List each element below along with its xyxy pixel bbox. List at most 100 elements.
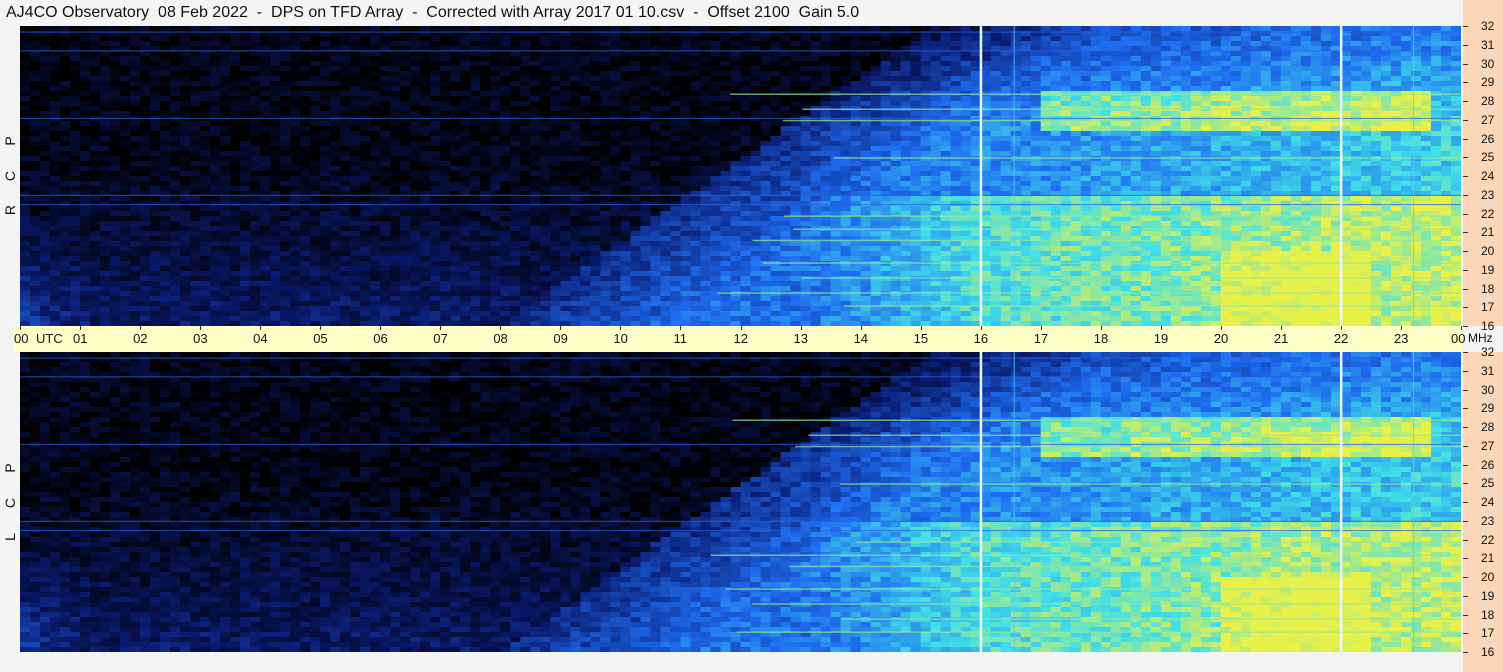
spectrogram-cell (180, 81, 191, 87)
spectrogram-cell (1250, 126, 1262, 132)
spectrogram-cell (740, 166, 752, 172)
spectrogram-cell (420, 41, 431, 47)
spectrogram-cell (180, 121, 191, 127)
spectrogram-cell (870, 126, 882, 132)
spectrogram-cell (790, 131, 802, 137)
spectrogram-cell (1290, 61, 1302, 67)
spectrogram-cell (20, 111, 31, 117)
spectrogram-cell (570, 111, 581, 117)
spectrogram-cell (70, 51, 81, 57)
spectrogram-cell (900, 121, 912, 127)
spectrogram-cell (780, 51, 792, 57)
spectrogram-cell (730, 131, 742, 137)
spectrogram-cell (220, 56, 231, 62)
spectrogram-cell (560, 76, 571, 82)
spectrogram-cell (250, 166, 261, 172)
spectrogram-cell (50, 151, 61, 157)
spectrogram-cell (230, 121, 241, 127)
spectrogram-cell (1160, 36, 1172, 42)
spectrogram-cell (260, 96, 271, 102)
spectrogram-cell (640, 176, 652, 182)
spectrogram-cell (200, 51, 211, 57)
spectrogram-cell (800, 196, 812, 202)
spectrogram-cell (1420, 181, 1432, 187)
spectrogram-cell (440, 161, 451, 167)
spectrogram-cell (640, 196, 652, 202)
spectrogram-cell (180, 181, 191, 187)
spectrogram-cell (180, 91, 191, 97)
spectrogram-cell (40, 41, 51, 47)
spectrogram-cell (430, 166, 441, 172)
spectrogram-cell (1430, 86, 1442, 92)
spectrogram-cell (1010, 131, 1022, 137)
spectrogram-cell (170, 186, 181, 192)
spectrogram-cell (100, 36, 111, 42)
spectrogram-cell (800, 181, 812, 187)
spectrogram-cell (760, 111, 772, 117)
spectrogram-cell (1090, 181, 1102, 187)
spectrogram-cell (30, 41, 41, 47)
spectrogram-cell (190, 141, 201, 147)
spectrogram-cell (1420, 61, 1432, 67)
spectrogram-cell (600, 131, 612, 137)
spectrogram-cell (510, 161, 521, 167)
spectrogram-cell (940, 96, 952, 102)
spectrogram-cell (1020, 41, 1032, 47)
spectrogram-cell (550, 76, 561, 82)
spectrogram-cell (660, 186, 672, 192)
spectrogram-cell (1240, 176, 1252, 182)
spectrogram-cell (830, 111, 842, 117)
spectrogram-cell (100, 56, 111, 62)
spectrogram-cell (30, 101, 41, 107)
spectrogram-cell (510, 126, 521, 132)
spectrogram-cell (670, 41, 682, 47)
spectrogram-cell (120, 151, 131, 157)
spectrogram-cell (90, 171, 101, 177)
spectrogram-cell (1070, 166, 1082, 172)
spectrogram-cell (40, 176, 51, 182)
spectrogram-cell (870, 171, 882, 177)
spectrogram-cell (260, 196, 271, 202)
spectrogram-cell (380, 91, 391, 97)
spectrogram-cell (1180, 76, 1192, 82)
spectrogram-cell (730, 151, 742, 157)
spectrogram-cell (590, 56, 602, 62)
spectrogram-cell (1410, 176, 1422, 182)
spectrogram-cell (300, 151, 311, 157)
spectrogram-cell (510, 61, 521, 67)
spectrogram-cell (880, 76, 892, 82)
spectrogram-cell (750, 81, 762, 87)
spectrogram-cell (900, 76, 912, 82)
spectrogram-cell (1350, 86, 1362, 92)
spectrogram-cell (1100, 86, 1112, 92)
spectrogram-cell (900, 181, 912, 187)
spectrogram-cell (480, 56, 491, 62)
spectrogram-cell (290, 136, 301, 142)
spectrogram-cell (1060, 141, 1072, 147)
spectrogram-cell (390, 136, 401, 142)
spectrogram-cell (1100, 51, 1112, 57)
spectrogram-cell (690, 51, 702, 57)
spectrogram-cell (350, 56, 361, 62)
spectrogram-cell (460, 36, 471, 42)
spectrogram-cell (1420, 176, 1432, 182)
spectrogram-cell (470, 56, 481, 62)
spectrogram-cell (290, 181, 301, 187)
spectrogram-cell (1140, 181, 1152, 187)
spectrogram-cell (170, 66, 181, 72)
spectrogram-cell (1340, 186, 1352, 192)
spectrogram-cell (820, 161, 832, 167)
spectrogram-cell (970, 66, 982, 72)
spectrogram-cell (530, 66, 541, 72)
spectrogram-cell (1040, 181, 1052, 187)
spectrogram-cell (1130, 71, 1142, 77)
spectrogram-cell (800, 111, 812, 117)
spectrogram-cell (1210, 66, 1222, 72)
spectrogram-cell (100, 121, 111, 127)
spectrogram-cell (340, 131, 351, 137)
spectrogram-cell (1030, 186, 1042, 192)
spectrogram-cell (180, 141, 191, 147)
spectrogram-cell (1290, 126, 1302, 132)
spectrogram-cell (1380, 51, 1392, 57)
spectrogram-cell (120, 171, 131, 177)
